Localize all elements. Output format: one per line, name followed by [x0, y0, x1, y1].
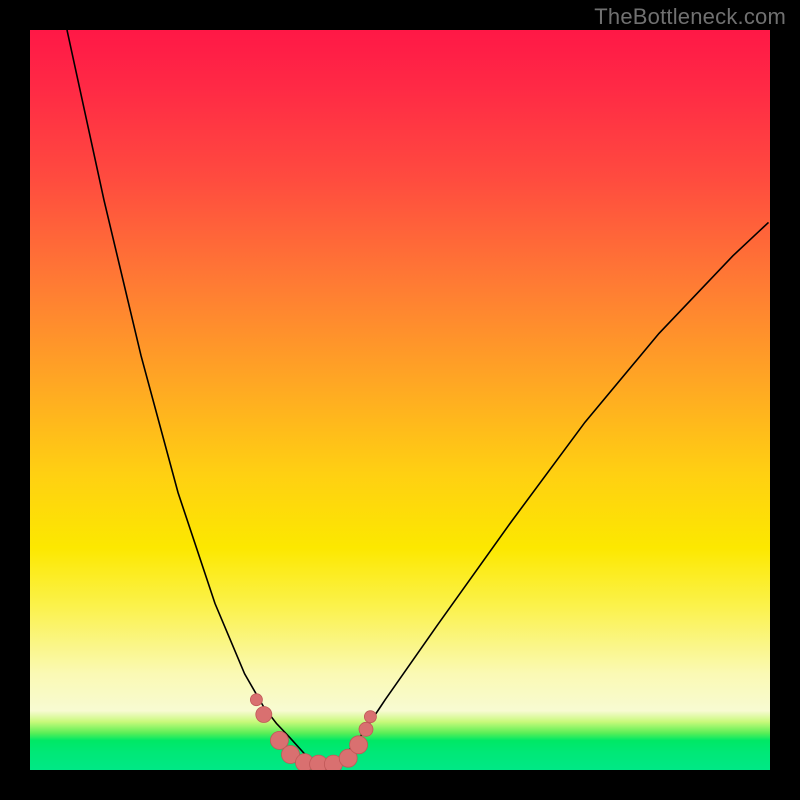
data-point: [364, 711, 376, 723]
data-point: [359, 722, 373, 736]
curve-left: [67, 30, 320, 770]
curve-right: [320, 222, 768, 770]
data-point: [350, 736, 368, 754]
data-point: [256, 707, 272, 723]
plot-area: [30, 30, 770, 770]
data-point: [250, 694, 262, 706]
chart-canvas: TheBottleneck.com: [0, 0, 800, 800]
marker-group: [250, 694, 376, 770]
chart-overlay: [30, 30, 770, 770]
watermark-text: TheBottleneck.com: [594, 4, 786, 30]
